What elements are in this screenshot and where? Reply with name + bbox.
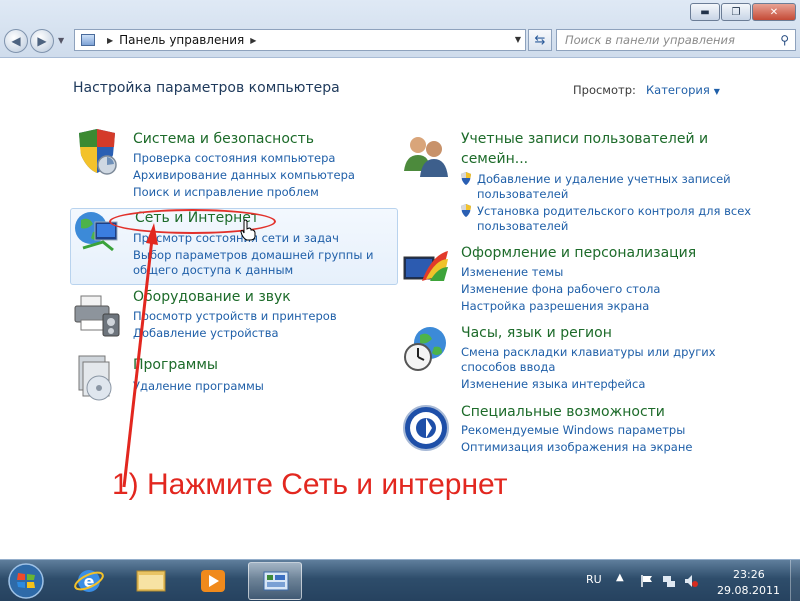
link-recommended-settings[interactable]: Рекомендуемые Windows параметры xyxy=(461,423,685,437)
window-controls: ▬ ❐ ✕ xyxy=(689,3,796,21)
taskbar-ie[interactable]: e xyxy=(62,562,116,600)
search-placeholder: Поиск в панели управления xyxy=(565,33,735,47)
arrow-right-icon: ▶ xyxy=(37,34,47,48)
internet-explorer-icon: e xyxy=(74,570,104,592)
taskbar-media-player[interactable] xyxy=(186,562,240,600)
tray-expand-icon[interactable]: ▲ xyxy=(616,572,624,583)
category-title[interactable]: Система и безопасность xyxy=(133,131,314,147)
uac-shield-icon xyxy=(461,172,471,185)
refresh-icon: ⇆ xyxy=(534,32,546,48)
network-icon[interactable] xyxy=(662,574,676,588)
category-title[interactable]: Программы xyxy=(133,357,218,373)
category-title[interactable]: Оборудование и звук xyxy=(133,289,291,305)
close-button[interactable]: ✕ xyxy=(752,3,796,21)
maximize-button[interactable]: ❐ xyxy=(721,3,751,21)
content-area: Настройка параметров компьютера Просмотр… xyxy=(0,59,800,559)
show-desktop-button[interactable] xyxy=(790,560,800,601)
taskbar: e RU ▲ 23:26 29.08.2011 xyxy=(0,559,800,601)
link-screen-resolution[interactable]: Настройка разрешения экрана xyxy=(461,299,649,313)
taskbar-control-panel[interactable] xyxy=(248,562,302,600)
control-panel-icon xyxy=(263,571,289,591)
link-parental-controls-cont[interactable]: пользователей xyxy=(477,219,568,233)
breadcrumb-arrow-icon[interactable]: ▶ xyxy=(250,36,256,45)
clock-date[interactable]: 29.08.2011 xyxy=(717,584,780,597)
address-bar[interactable]: ▶ Панель управления ▶ ▼ xyxy=(74,29,526,51)
folder-icon xyxy=(136,570,166,592)
taskbar-explorer[interactable] xyxy=(124,562,178,600)
shield-icon xyxy=(79,129,117,175)
link-add-remove-accounts-cont[interactable]: пользователей xyxy=(477,187,568,201)
link-keyboard-layout-cont[interactable]: способов ввода xyxy=(461,360,555,374)
hand-cursor-icon xyxy=(240,219,256,241)
link-add-remove-accounts[interactable]: Добавление и удаление учетных записей xyxy=(477,172,731,186)
link-backup[interactable]: Архивирование данных компьютера xyxy=(133,168,355,182)
forward-button[interactable]: ▶ xyxy=(30,29,54,53)
link-keyboard-layout[interactable]: Смена раскладки клавиатуры или других xyxy=(461,345,716,359)
breadcrumb-control-panel[interactable]: Панель управления xyxy=(119,33,244,47)
start-button[interactable] xyxy=(4,561,48,601)
search-input[interactable]: Поиск в панели управления ⚲ xyxy=(556,29,796,51)
programs-box-icon xyxy=(78,355,112,401)
link-interface-language[interactable]: Изменение языка интерфейса xyxy=(461,377,645,391)
minimize-button[interactable]: ▬ xyxy=(690,3,720,21)
media-player-icon xyxy=(201,570,225,592)
link-parental-controls[interactable]: Установка родительского контроля для все… xyxy=(477,204,751,218)
category-title[interactable]: Часы, язык и регион xyxy=(461,325,612,341)
speaker-muted-icon[interactable] xyxy=(684,574,698,588)
language-indicator[interactable]: RU xyxy=(586,573,602,586)
refresh-button[interactable]: ⇆ xyxy=(528,29,552,51)
printer-icon xyxy=(74,295,120,337)
link-devices-printers[interactable]: Просмотр устройств и принтеров xyxy=(133,309,337,323)
link-troubleshoot[interactable]: Поиск и исправление проблем xyxy=(133,185,319,199)
recent-pages-dropdown[interactable]: ▼ xyxy=(58,36,64,45)
control-panel-icon xyxy=(81,34,95,46)
users-icon xyxy=(404,137,448,177)
window-titlebar: ▬ ❐ ✕ ◀ ▶ ▼ ▶ Панель управления ▶ ▼ ⇆ По… xyxy=(0,0,800,58)
back-button[interactable]: ◀ xyxy=(4,29,28,53)
arrow-left-icon: ◀ xyxy=(11,34,21,48)
clock-globe-icon xyxy=(404,327,446,371)
uac-shield-icon xyxy=(461,204,471,217)
annotation-text: 1) Нажмите Сеть и интернет xyxy=(112,468,508,501)
category-title[interactable]: Специальные возможности xyxy=(461,404,665,420)
link-change-background[interactable]: Изменение фона рабочего стола xyxy=(461,282,660,296)
view-mode-value: Категория xyxy=(646,83,710,97)
link-check-status[interactable]: Проверка состояния компьютера xyxy=(133,151,335,165)
address-dropdown-icon[interactable]: ▼ xyxy=(515,35,521,44)
category-title[interactable]: Оформление и персонализация xyxy=(461,245,696,261)
link-add-device[interactable]: Добавление устройства xyxy=(133,326,279,340)
link-uninstall[interactable]: Удаление программы xyxy=(133,379,264,393)
network-globe-icon xyxy=(75,212,118,252)
chevron-down-icon: ▼ xyxy=(713,87,720,96)
breadcrumb-arrow-icon[interactable]: ▶ xyxy=(107,36,113,45)
link-sharing[interactable]: общего доступа к данным xyxy=(133,263,293,277)
page-title: Настройка параметров компьютера xyxy=(73,80,340,96)
flag-icon[interactable] xyxy=(640,574,654,588)
link-homegroup[interactable]: Выбор параметров домашней группы и xyxy=(133,248,374,262)
search-icon[interactable]: ⚲ xyxy=(780,33,789,47)
clock-time[interactable]: 23:26 xyxy=(733,568,765,581)
category-title[interactable]: Учетные записи пользователей и xyxy=(461,131,708,147)
view-mode-dropdown[interactable]: Категория ▼ xyxy=(646,83,720,97)
view-label: Просмотр: xyxy=(573,83,636,97)
category-title-cont[interactable]: семейн... xyxy=(461,151,528,167)
link-optimize-display[interactable]: Оптимизация изображения на экране xyxy=(461,440,692,454)
link-change-theme[interactable]: Изменение темы xyxy=(461,265,563,279)
appearance-monitor-icon xyxy=(403,251,448,281)
accessibility-icon xyxy=(403,405,449,451)
